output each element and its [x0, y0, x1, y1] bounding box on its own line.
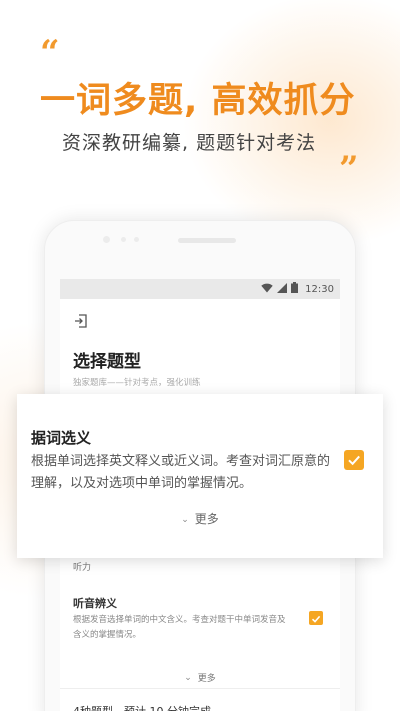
chevron-down-icon: ⌄: [181, 515, 189, 525]
question-type-description: 根据发音选择单词的中文含义。考查对题干中单词发音及含义的掌握情况。: [73, 615, 286, 640]
more-label: 更多: [197, 674, 216, 684]
promo-headline: 一词多题, 高效抓分: [40, 81, 356, 121]
screen-title: 选择题型: [73, 352, 141, 372]
close-quote-mark: ”: [339, 149, 359, 189]
phone-sensor: [121, 237, 126, 242]
signal-icon: [277, 282, 288, 296]
battery-icon: [291, 282, 299, 296]
more-button[interactable]: ⌄ 更多: [60, 671, 340, 684]
section-label-listening: 听力: [73, 563, 92, 573]
card-more-label: 更多: [194, 512, 219, 526]
exit-icon[interactable]: [74, 313, 88, 332]
screen-description: 独家题库——针对考点，强化训练: [73, 378, 201, 388]
card-checkbox[interactable]: [344, 450, 364, 470]
phone-sensor: [134, 237, 139, 242]
question-type-card[interactable]: 据词选义 根据单词选择英文释义或近义词。考查对词汇原意的理解，以及对选项中单词的…: [17, 394, 383, 558]
divider: [60, 688, 340, 689]
wifi-icon: [261, 283, 273, 296]
chevron-down-icon: ⌄: [184, 673, 192, 683]
question-type-checkbox[interactable]: [309, 611, 323, 625]
question-type-title: 听音辨义: [73, 597, 117, 610]
phone-camera: [103, 236, 110, 243]
card-more-button[interactable]: ⌄ 更多: [17, 510, 383, 527]
promo-subheadline: 资深教研编纂, 题题针对考法: [62, 132, 317, 154]
phone-speaker: [178, 238, 236, 243]
open-quote-mark: “: [40, 33, 60, 73]
card-description: 根据单词选择英文释义或近义词。考查对词汇原意的理解，以及对选项中单词的掌握情况。: [31, 454, 331, 491]
status-bar: 12:30: [60, 279, 340, 299]
card-title: 据词选义: [31, 429, 92, 447]
status-time: 12:30: [305, 283, 334, 295]
summary-text: 4种题型，预计 10 分钟完成: [73, 703, 211, 711]
